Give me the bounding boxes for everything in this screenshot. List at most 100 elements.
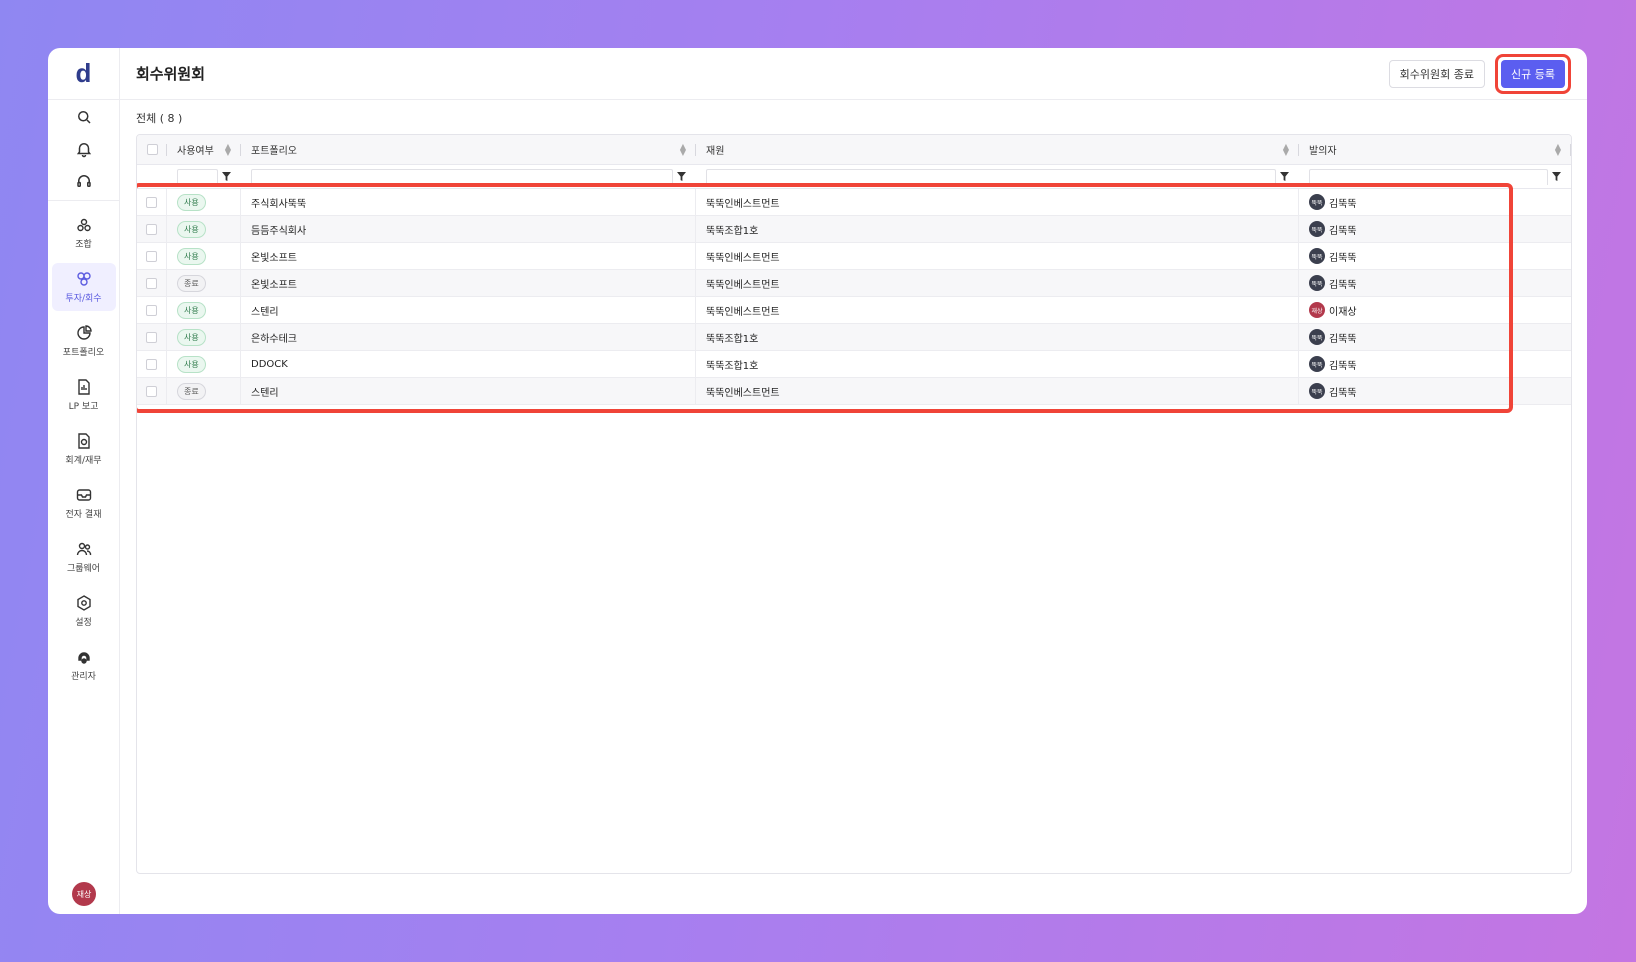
app-window: d 조합 투자/회수 포트폴리오 LP 보고 회계/재무 전자 결재 그룹웨어 …	[48, 48, 1587, 914]
status-cell: 사용	[167, 243, 241, 269]
portfolio-cell: 주식회사뚝뚝	[241, 189, 696, 215]
column-label: 포트폴리오	[251, 146, 297, 157]
proposer-cell: 뚝뚝 김뚝뚝	[1299, 270, 1571, 296]
table-row[interactable]: 종료 온빛소프트 뚝뚝인베스트먼트 뚝뚝 김뚝뚝	[137, 270, 1571, 297]
proposer-name: 김뚝뚝	[1329, 387, 1357, 399]
sidebar-item-7[interactable]: 설정	[52, 587, 116, 635]
gear-icon	[76, 594, 91, 611]
sidebar-item-3[interactable]: LP 보고	[52, 371, 116, 419]
column-header-portfolio[interactable]: 포트폴리오 ▲ ▼	[241, 135, 696, 164]
portfolio-cell: 은하수테크	[241, 324, 696, 350]
proposer-cell: 뚝뚝 김뚝뚝	[1299, 189, 1571, 215]
new-register-button[interactable]: 신규 등록	[1501, 59, 1565, 88]
row-checkbox[interactable]	[146, 304, 157, 316]
select-all-cell	[137, 135, 167, 164]
filter-input[interactable]	[177, 168, 218, 185]
row-select-cell	[137, 324, 167, 350]
proposer-cell: 재상 이재상	[1299, 297, 1571, 323]
bell-icon[interactable]	[75, 140, 93, 158]
table-row[interactable]: 사용 DDOCK 뚝뚝조합1호 뚝뚝 김뚝뚝	[137, 351, 1571, 378]
row-select-cell	[137, 378, 167, 404]
filter-input[interactable]	[251, 168, 673, 185]
fund-cell: 뚝뚝조합1호	[696, 351, 1299, 377]
new-button-highlight: 신규 등록	[1495, 53, 1571, 94]
select-all-checkbox[interactable]	[146, 144, 158, 155]
filter-row	[137, 165, 1571, 189]
sort-icon[interactable]: ▲ ▼	[1555, 142, 1561, 156]
portfolio-cell: 온빛소프트	[241, 243, 696, 269]
filter-proposer	[1299, 165, 1571, 188]
table-row[interactable]: 종료 스텐리 뚝뚝인베스트먼트 뚝뚝 김뚝뚝	[137, 378, 1571, 405]
filter-input[interactable]	[1309, 168, 1548, 185]
table-row[interactable]: 사용 스텐리 뚝뚝인베스트먼트 재상 이재상	[137, 297, 1571, 324]
data-table: 사용여부 ▲ ▼ 포트폴리오 ▲ ▼ 재원 ▲ ▼ 발의자 ▲ ▼ 사용 주식회…	[136, 134, 1572, 874]
row-checkbox[interactable]	[146, 250, 157, 262]
status-cell: 종료	[167, 270, 241, 296]
column-header-status[interactable]: 사용여부 ▲ ▼	[167, 135, 241, 164]
proposer-name: 김뚝뚝	[1329, 252, 1357, 264]
proposer-name: 김뚝뚝	[1329, 333, 1357, 345]
fund-cell: 뚝뚝인베스트먼트	[696, 243, 1299, 269]
sort-icon[interactable]: ▲ ▼	[1283, 142, 1289, 156]
row-select-cell	[137, 216, 167, 242]
filter-icon[interactable]	[222, 172, 231, 181]
filter-status	[167, 165, 241, 188]
avatar: 뚝뚝	[1309, 275, 1325, 291]
status-cell: 사용	[167, 297, 241, 323]
fund-cell: 뚝뚝인베스트먼트	[696, 189, 1299, 215]
portfolio-cell: 스텐리	[241, 378, 696, 404]
proposer-cell: 뚝뚝 김뚝뚝	[1299, 378, 1571, 404]
table-body: 사용 주식회사뚝뚝 뚝뚝인베스트먼트 뚝뚝 김뚝뚝 사용 듬듬주식회사 뚝뚝조합…	[137, 189, 1571, 405]
page-title: 회수위원회	[136, 65, 206, 83]
search-icon[interactable]	[75, 108, 93, 126]
sidebar-item-1[interactable]: 투자/회수	[51, 263, 116, 311]
column-header-proposer[interactable]: 발의자 ▲ ▼	[1299, 135, 1571, 164]
status-cell: 사용	[167, 216, 241, 242]
user-avatar[interactable]: 재상	[72, 882, 96, 906]
sort-icon[interactable]: ▲ ▼	[225, 142, 231, 156]
approval-icon	[76, 488, 91, 501]
row-select-cell	[137, 189, 167, 215]
filter-icon[interactable]	[1280, 172, 1289, 181]
table-row[interactable]: 사용 은하수테크 뚝뚝조합1호 뚝뚝 김뚝뚝	[137, 324, 1571, 351]
portfolio-cell: DDOCK	[241, 351, 696, 377]
table-row[interactable]: 사용 주식회사뚝뚝 뚝뚝인베스트먼트 뚝뚝 김뚝뚝	[137, 189, 1571, 216]
avatar: 재상	[1309, 302, 1325, 318]
sidebar-item-6[interactable]: 그룹웨어	[52, 533, 116, 581]
finance-icon	[77, 432, 90, 449]
filter-icon[interactable]	[677, 172, 686, 181]
row-select-cell	[137, 270, 167, 296]
status-cell: 사용	[167, 189, 241, 215]
avatar: 뚝뚝	[1309, 194, 1325, 210]
proposer-cell: 뚝뚝 김뚝뚝	[1299, 243, 1571, 269]
filter-input[interactable]	[706, 168, 1276, 185]
headset-icon[interactable]	[75, 172, 93, 190]
table-row[interactable]: 사용 듬듬주식회사 뚝뚝조합1호 뚝뚝 김뚝뚝	[137, 216, 1571, 243]
sidebar-item-0[interactable]: 조합	[52, 209, 116, 257]
sidebar-item-label: LP 보고	[68, 401, 99, 412]
row-checkbox[interactable]	[146, 277, 157, 289]
filter-icon[interactable]	[1552, 172, 1561, 181]
row-checkbox[interactable]	[146, 223, 157, 235]
sidebar-top-icons	[48, 100, 119, 201]
row-checkbox[interactable]	[146, 358, 157, 370]
app-logo[interactable]: d	[48, 48, 119, 100]
sort-icon[interactable]: ▲ ▼	[680, 142, 686, 156]
sidebar-item-4[interactable]: 회계/재무	[52, 425, 116, 473]
sidebar-item-8[interactable]: 관리자	[52, 641, 116, 689]
row-checkbox[interactable]	[146, 196, 157, 208]
sidebar-item-label: 투자/회수	[65, 293, 102, 304]
table-row[interactable]: 사용 온빛소프트 뚝뚝인베스트먼트 뚝뚝 김뚝뚝	[137, 243, 1571, 270]
proposer-name: 김뚝뚝	[1329, 360, 1357, 372]
sidebar-item-5[interactable]: 전자 결재	[52, 479, 116, 527]
row-checkbox[interactable]	[146, 331, 157, 343]
sidebar-item-2[interactable]: 포트폴리오	[52, 317, 116, 365]
row-checkbox[interactable]	[146, 385, 157, 397]
status-badge: 사용	[177, 301, 206, 319]
column-header-fund[interactable]: 재원 ▲ ▼	[696, 135, 1299, 164]
column-label: 발의자	[1309, 146, 1337, 157]
avatar: 뚝뚝	[1309, 221, 1325, 237]
proposer-cell: 뚝뚝 김뚝뚝	[1299, 324, 1571, 350]
end-committee-button[interactable]: 회수위원회 종료	[1388, 59, 1486, 88]
status-badge: 사용	[177, 355, 206, 373]
